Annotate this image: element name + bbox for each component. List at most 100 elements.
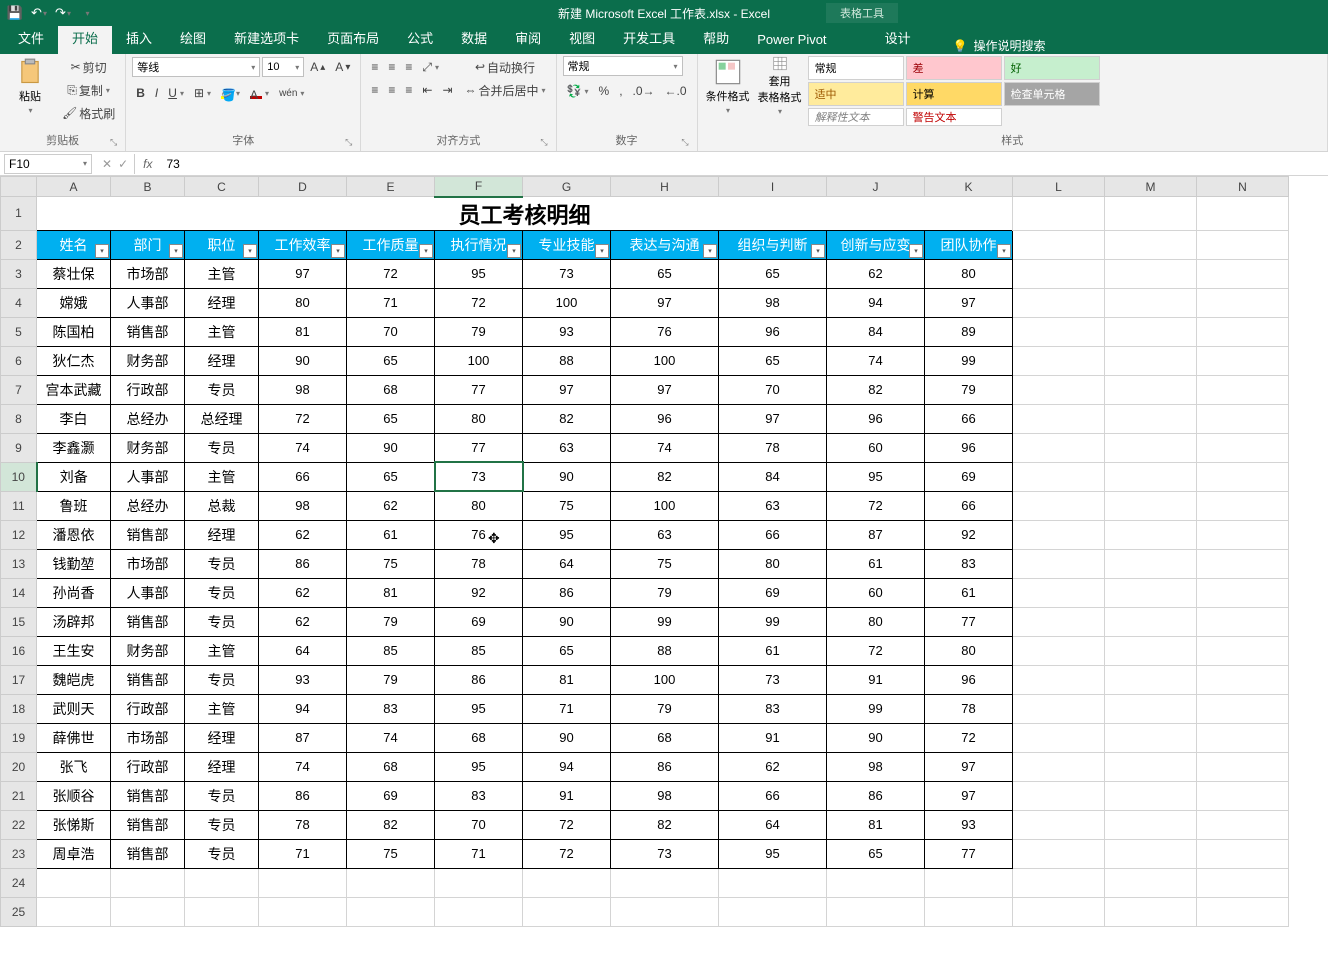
- cell-H18[interactable]: 79: [611, 694, 719, 723]
- cell-C4[interactable]: 经理: [185, 288, 259, 317]
- cell-N19[interactable]: [1197, 723, 1289, 752]
- cell-M23[interactable]: [1105, 839, 1197, 868]
- cell-A15[interactable]: 汤辟邦: [37, 607, 111, 636]
- cell-F23[interactable]: 71: [435, 839, 523, 868]
- cell-N11[interactable]: [1197, 491, 1289, 520]
- cell-M20[interactable]: [1105, 752, 1197, 781]
- underline-button[interactable]: U▾: [164, 82, 188, 104]
- cell-K4[interactable]: 97: [925, 288, 1013, 317]
- cell-C10[interactable]: 主管: [185, 462, 259, 491]
- cell-N20[interactable]: [1197, 752, 1289, 781]
- cell-H20[interactable]: 86: [611, 752, 719, 781]
- col-header-G[interactable]: G: [523, 177, 611, 197]
- cell-G20[interactable]: 94: [523, 752, 611, 781]
- filter-button[interactable]: ▾: [419, 244, 433, 258]
- qat-customize-icon[interactable]: ▾: [76, 2, 98, 24]
- cell-K20[interactable]: 97: [925, 752, 1013, 781]
- cell-G3[interactable]: 73: [523, 259, 611, 288]
- dialog-launcher-icon[interactable]: ⤡: [110, 137, 117, 148]
- cell-J17[interactable]: 91: [827, 665, 925, 694]
- cell-D8[interactable]: 72: [259, 404, 347, 433]
- cell-M25[interactable]: [1105, 897, 1197, 926]
- cell-G25[interactable]: [523, 897, 611, 926]
- cell-A8[interactable]: 李白: [37, 404, 111, 433]
- cell-D23[interactable]: 71: [259, 839, 347, 868]
- cell-J6[interactable]: 74: [827, 346, 925, 375]
- cell-D7[interactable]: 98: [259, 375, 347, 404]
- cell-E2[interactable]: 工作质量▾: [347, 230, 435, 259]
- cell-D6[interactable]: 90: [259, 346, 347, 375]
- row-header-10[interactable]: 10: [1, 462, 37, 491]
- cell-A4[interactable]: 嫦娥: [37, 288, 111, 317]
- filter-button[interactable]: ▾: [703, 244, 717, 258]
- cell-E19[interactable]: 74: [347, 723, 435, 752]
- cell-L15[interactable]: [1013, 607, 1105, 636]
- borders-button[interactable]: ⊞▾: [190, 82, 215, 104]
- cell-L12[interactable]: [1013, 520, 1105, 549]
- style-calc[interactable]: 计算: [906, 82, 1002, 106]
- cell-E24[interactable]: [347, 868, 435, 897]
- cell-D18[interactable]: 94: [259, 694, 347, 723]
- cell-G6[interactable]: 88: [523, 346, 611, 375]
- tab-Power Pivot[interactable]: Power Pivot: [743, 26, 840, 54]
- cell-K21[interactable]: 97: [925, 781, 1013, 810]
- cell-K8[interactable]: 66: [925, 404, 1013, 433]
- cell-J25[interactable]: [827, 897, 925, 926]
- decrease-decimal-button[interactable]: ←.0: [661, 80, 691, 102]
- cell-F17[interactable]: 86: [435, 665, 523, 694]
- cell-F12[interactable]: 76: [435, 520, 523, 549]
- cell-B23[interactable]: 销售部: [111, 839, 185, 868]
- cell-K6[interactable]: 99: [925, 346, 1013, 375]
- cell-G22[interactable]: 72: [523, 810, 611, 839]
- cell-E23[interactable]: 75: [347, 839, 435, 868]
- cell-I19[interactable]: 91: [719, 723, 827, 752]
- redo-icon[interactable]: ↷▾: [52, 2, 74, 24]
- cell-I12[interactable]: 66: [719, 520, 827, 549]
- copy-button[interactable]: ⎘复制▾: [58, 79, 119, 101]
- cell-N7[interactable]: [1197, 375, 1289, 404]
- cell-C21[interactable]: 专员: [185, 781, 259, 810]
- cell-N4[interactable]: [1197, 288, 1289, 317]
- cell-C19[interactable]: 经理: [185, 723, 259, 752]
- row-header-11[interactable]: 11: [1, 491, 37, 520]
- cell-F3[interactable]: 95: [435, 259, 523, 288]
- row-header-22[interactable]: 22: [1, 810, 37, 839]
- cell-D14[interactable]: 62: [259, 578, 347, 607]
- col-header-B[interactable]: B: [111, 177, 185, 197]
- cell-F13[interactable]: 78: [435, 549, 523, 578]
- cell-L10[interactable]: [1013, 462, 1105, 491]
- cell-I20[interactable]: 62: [719, 752, 827, 781]
- cell-G11[interactable]: 75: [523, 491, 611, 520]
- cell-I15[interactable]: 99: [719, 607, 827, 636]
- cell-F8[interactable]: 80: [435, 404, 523, 433]
- cancel-icon[interactable]: ✕: [102, 157, 112, 171]
- cell-J12[interactable]: 87: [827, 520, 925, 549]
- cell-M13[interactable]: [1105, 549, 1197, 578]
- cell-D22[interactable]: 78: [259, 810, 347, 839]
- cell-E13[interactable]: 75: [347, 549, 435, 578]
- cell-I18[interactable]: 83: [719, 694, 827, 723]
- cell-H8[interactable]: 96: [611, 404, 719, 433]
- cell-F7[interactable]: 77: [435, 375, 523, 404]
- cell-I22[interactable]: 64: [719, 810, 827, 839]
- row-header-7[interactable]: 7: [1, 375, 37, 404]
- cell-G18[interactable]: 71: [523, 694, 611, 723]
- cell-A17[interactable]: 魏皑虎: [37, 665, 111, 694]
- cell-L3[interactable]: [1013, 259, 1105, 288]
- cell-F10[interactable]: 73: [435, 462, 523, 491]
- undo-icon[interactable]: ↶▾: [28, 2, 50, 24]
- cell-F24[interactable]: [435, 868, 523, 897]
- increase-font-button[interactable]: A▴: [306, 56, 329, 78]
- name-box[interactable]: F10▾: [4, 154, 92, 174]
- cell-L8[interactable]: [1013, 404, 1105, 433]
- tell-me-search[interactable]: 💡 操作说明搜索: [943, 37, 1056, 54]
- cell-L4[interactable]: [1013, 288, 1105, 317]
- cell-J20[interactable]: 98: [827, 752, 925, 781]
- cell-M3[interactable]: [1105, 259, 1197, 288]
- cell-N25[interactable]: [1197, 897, 1289, 926]
- wrap-text-button[interactable]: ↩自动换行: [461, 56, 550, 78]
- increase-indent-button[interactable]: ⇥: [438, 79, 456, 101]
- cell-H16[interactable]: 88: [611, 636, 719, 665]
- cell-A1[interactable]: 员工考核明细: [37, 197, 1013, 231]
- cell-F4[interactable]: 72: [435, 288, 523, 317]
